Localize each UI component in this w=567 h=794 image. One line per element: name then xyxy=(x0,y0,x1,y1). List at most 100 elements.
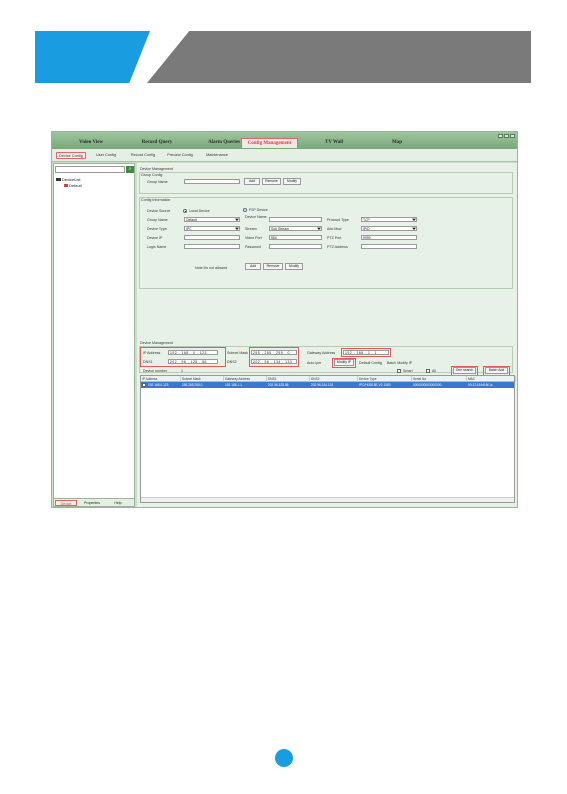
ltab-help[interactable]: Help xyxy=(107,500,129,506)
group-name-label: Group Name xyxy=(147,180,168,184)
group-name-input[interactable] xyxy=(184,179,240,184)
modify-ip-button[interactable]: Modify IP xyxy=(334,359,354,366)
note-text: Note:It's not allowed xyxy=(195,266,228,270)
header-banner xyxy=(35,31,531,83)
protocol-type-select[interactable]: TCP xyxy=(361,217,417,222)
group-add-button[interactable]: Add xyxy=(244,178,260,185)
device-name-label: Device Name xyxy=(245,215,267,219)
tree-item-default[interactable]: Default xyxy=(64,183,82,188)
page-indicator-dot xyxy=(275,749,293,767)
banner-gray-block xyxy=(147,31,531,83)
horizontal-scrollbar[interactable] xyxy=(141,497,514,502)
ptz-port-label: PTZ Port xyxy=(327,236,342,240)
config-information-title: Config Information xyxy=(141,198,171,202)
row-checkbox[interactable] xyxy=(142,383,146,387)
device-ip-input[interactable] xyxy=(184,235,240,240)
banner-blue-block xyxy=(35,31,150,83)
cell-dns1: 202.96.128.86 xyxy=(268,383,289,387)
app-window: Video View Record Query Alarm Queries Co… xyxy=(51,131,518,508)
batch-modify-label[interactable]: Batch Modify IP xyxy=(387,361,412,365)
ptz-address-input[interactable] xyxy=(361,244,417,249)
subtab-maintenance[interactable]: Maintenance xyxy=(202,152,232,159)
local-device-radio[interactable] xyxy=(183,209,187,213)
video-port-label: Video Port xyxy=(245,236,262,240)
group-icon xyxy=(64,184,68,187)
cfg-group-name-label: Group Name xyxy=(147,218,168,222)
default-config-label[interactable]: Default Config xyxy=(359,361,382,365)
dns1-input[interactable]: 202 . 96 . 128 . 86 xyxy=(168,359,218,364)
batch-add-button[interactable]: Batch Add xyxy=(485,367,508,374)
config-remove-button[interactable]: Remove xyxy=(263,263,283,270)
cell-ip: 192.168.0.123 xyxy=(148,383,169,387)
local-device-label: Local Device xyxy=(189,209,210,213)
main-tab-bar: Video View Record Query Alarm Queries Co… xyxy=(52,132,517,149)
group-modify-button[interactable]: Modify xyxy=(283,178,301,185)
subtab-preview-config[interactable]: Preview Config xyxy=(164,152,196,159)
login-name-input[interactable] xyxy=(184,244,240,249)
ip-address-input[interactable]: 192 . 168 . 0 . 123 xyxy=(168,350,218,355)
ptz-port-input[interactable]: 9999 xyxy=(361,235,417,240)
config-panel: Device Management Group Config Group Nam… xyxy=(137,163,517,507)
cell-gateway: 192.168.1.1 xyxy=(225,383,242,387)
add-mode-select[interactable]: IP/D xyxy=(361,226,417,231)
smart-label: Smart xyxy=(403,369,413,373)
folder-icon xyxy=(56,178,61,181)
ltab-device[interactable]: Device xyxy=(55,500,77,506)
video-port-input[interactable]: 554 xyxy=(269,235,322,240)
password-label: Password xyxy=(245,245,261,249)
stream-select[interactable]: Sub Stream xyxy=(269,226,322,231)
device-tree-panel: ⌕ DeviceList Default Device Properties H… xyxy=(53,163,135,507)
p2p-device-radio[interactable] xyxy=(243,208,247,212)
one-search-button[interactable]: One search xyxy=(453,367,476,374)
config-modify-button[interactable]: Modify xyxy=(285,263,303,270)
close-icon[interactable] xyxy=(510,134,515,138)
cell-device-type: IPC/HI3518E-V2 1080 xyxy=(359,383,391,387)
device-table: IP Address Subnet Mask Gateway Address D… xyxy=(140,375,516,503)
subtab-device-config[interactable]: Device Config xyxy=(56,152,86,159)
gateway-label: Gateway Address xyxy=(307,351,336,355)
tab-video-view[interactable]: Video View xyxy=(66,138,116,148)
auto-ip-label: Auto ipm xyxy=(307,361,322,365)
subtab-record-config[interactable]: Record Config xyxy=(128,152,158,159)
dns1-label: DNS1 xyxy=(143,360,153,364)
ip-address-label: IP Address xyxy=(143,351,161,355)
stream-label: Stream xyxy=(245,227,257,231)
dns2-label: DNS2 xyxy=(227,360,237,364)
device-source-label: Device Source xyxy=(147,209,171,213)
minimize-icon[interactable] xyxy=(498,134,503,138)
protocol-type-label: Protocol Type xyxy=(327,218,349,222)
smart-checkbox[interactable] xyxy=(397,369,401,373)
group-config-title: Group Config xyxy=(141,173,163,177)
device-ip-label: Device IP xyxy=(147,236,163,240)
subtab-user-config[interactable]: User Config xyxy=(93,152,119,159)
tab-tv-wall[interactable]: TV Wall xyxy=(314,138,354,148)
maximize-icon[interactable] xyxy=(504,134,509,138)
add-mode-label: Add Mod xyxy=(327,227,342,231)
all-checkbox[interactable] xyxy=(426,369,430,373)
group-remove-button[interactable]: Remove xyxy=(262,178,281,185)
table-row[interactable]: 192.168.0.123 255.255.255.0 192.168.1.1 … xyxy=(141,382,514,388)
tab-map[interactable]: Map xyxy=(382,138,412,148)
config-add-button[interactable]: Add xyxy=(245,263,261,270)
device-name-input[interactable] xyxy=(269,217,322,222)
subnet-mask-label: Subnet Mask xyxy=(227,351,248,355)
cell-mac: 00:12:16:b8:6f:1c xyxy=(468,383,493,387)
subnet-mask-input[interactable]: 255 . 255 . 255 . 0 xyxy=(251,350,297,355)
login-name-label: Login Name xyxy=(147,245,167,249)
search-input[interactable] xyxy=(55,166,125,173)
device-type-select[interactable]: IPC xyxy=(184,226,240,231)
tree-root[interactable]: DeviceList xyxy=(56,177,80,182)
cell-serial: 0000000000000000 xyxy=(413,383,442,387)
p2p-device-label: P2P Device xyxy=(249,208,268,212)
cell-dns2: 202.96.134.133 xyxy=(311,383,334,387)
dns2-input[interactable]: 202 . 96 . 134 . 133 xyxy=(251,359,297,364)
tab-config-management[interactable]: Config Management xyxy=(241,138,298,148)
gateway-input[interactable]: 192 . 168 . 1 . 1 xyxy=(343,350,389,355)
sub-tab-bar: Device Config User Config Record Config … xyxy=(52,149,517,162)
cell-mask: 255.255.255.0 xyxy=(182,383,203,387)
ltab-properties[interactable]: Properties xyxy=(80,500,104,506)
search-icon[interactable]: ⌕ xyxy=(126,166,134,173)
password-input[interactable] xyxy=(269,244,322,249)
cfg-group-name-select[interactable]: Default xyxy=(184,217,240,222)
tab-record-query[interactable]: Record Query xyxy=(127,138,187,148)
